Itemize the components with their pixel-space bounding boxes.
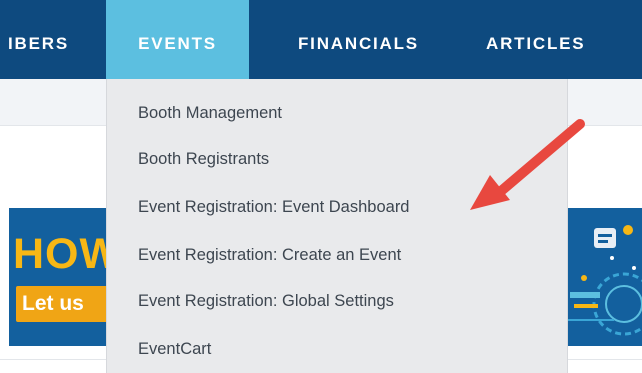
- red-arrow-icon: [470, 119, 585, 210]
